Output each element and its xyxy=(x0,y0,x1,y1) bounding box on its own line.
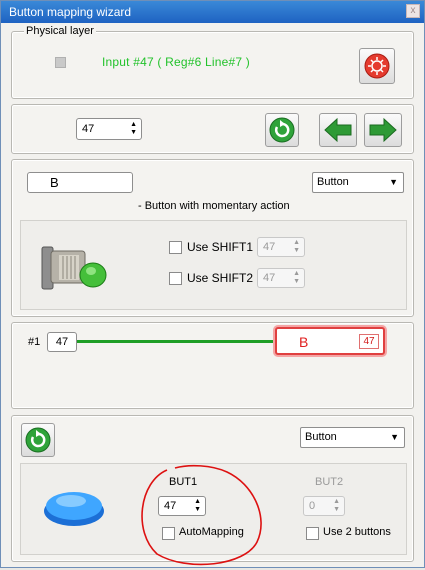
physical-input-info: Input #47 ( Reg#6 Line#7 ) xyxy=(102,55,250,69)
close-icon: x xyxy=(410,5,416,16)
wizard-window: Button mapping wizard x Physical layer I… xyxy=(0,0,425,568)
target-mapping-box[interactable]: B 47 xyxy=(275,327,385,355)
spinner-arrows-icon[interactable]: ▲ ▼ xyxy=(293,239,300,255)
next-button[interactable] xyxy=(364,113,402,147)
use-shift2-label: Use SHIFT2 xyxy=(187,271,254,285)
output-buttons-group: BUT1 47 ▲ ▼ AutoMapping BUT2 0 ▲ ▼ Use 2 b… xyxy=(20,463,407,566)
source-value-box: 47 xyxy=(47,332,77,352)
connection-panel: #1 47 B 47 xyxy=(11,322,414,409)
chevron-down-icon: ▼ xyxy=(390,432,399,442)
target-value: 47 xyxy=(363,336,375,347)
mapping-type-select[interactable]: Button ▼ xyxy=(312,172,404,193)
but2-value: 0 xyxy=(309,500,316,512)
shift2-value: 47 xyxy=(263,272,276,284)
use-2-buttons-checkbox[interactable] xyxy=(306,527,319,540)
reset-button[interactable] xyxy=(359,48,395,84)
green-right-arrow-icon xyxy=(369,117,397,143)
spinner-arrows-icon[interactable]: ▲ ▼ xyxy=(333,498,340,514)
but2-label: BUT2 xyxy=(315,476,344,488)
mapping-type-value: Button xyxy=(317,176,349,188)
refresh-button[interactable] xyxy=(265,113,299,147)
shift1-value: 47 xyxy=(263,241,276,253)
physical-status-indicator xyxy=(55,57,66,68)
green-refresh-icon xyxy=(25,427,51,453)
red-reset-icon xyxy=(364,53,390,79)
shift1-spinner[interactable]: 47 ▲ ▼ xyxy=(257,237,305,257)
source-index-label: #1 xyxy=(28,336,41,348)
physical-layer-panel: Physical layer Input #47 ( Reg#6 Line#7 … xyxy=(11,25,414,99)
spinner-arrows-icon[interactable]: ▲ ▼ xyxy=(130,121,137,137)
physical-layer-legend: Physical layer xyxy=(24,25,96,37)
button-name-value: B xyxy=(50,175,59,190)
green-refresh-icon xyxy=(269,117,295,143)
red-annotation-ellipse xyxy=(141,464,262,566)
shift-options-group: Use SHIFT1 47 ▲ ▼ Use SHIFT2 47 ▲ ▼ xyxy=(20,220,407,310)
navigation-panel: 47 ▲ ▼ xyxy=(11,104,414,154)
green-left-arrow-icon xyxy=(324,117,352,143)
previous-button[interactable] xyxy=(319,113,357,147)
use-shift1-label: Use SHIFT1 xyxy=(187,240,254,254)
use-shift2-checkbox[interactable] xyxy=(169,272,182,285)
use-2-buttons-label: Use 2 buttons xyxy=(323,526,391,538)
button-name-field[interactable]: B xyxy=(27,172,133,193)
target-label: B xyxy=(299,334,309,350)
spinner-arrows-icon[interactable]: ▲ ▼ xyxy=(293,270,300,286)
mapping-description: - Button with momentary action xyxy=(138,200,290,212)
output-refresh-button[interactable] xyxy=(21,423,55,457)
source-value: 47 xyxy=(55,336,69,348)
title-bar: Button mapping wizard x xyxy=(1,1,424,23)
chevron-down-icon: ▼ xyxy=(389,177,398,187)
input-index-value: 47 xyxy=(82,123,95,135)
but2-spinner[interactable]: 0 ▲ ▼ xyxy=(303,496,345,516)
target-value-badge: 47 xyxy=(359,334,379,349)
output-type-value: Button xyxy=(305,431,337,443)
output-type-select[interactable]: Button ▼ xyxy=(300,427,405,448)
output-panel: Button ▼ BUT1 47 ▲ ▼ AutoMapping BUT2 0 ▲… xyxy=(11,415,414,566)
pushbutton-photo-icon xyxy=(41,246,107,290)
window-title: Button mapping wizard xyxy=(9,5,132,19)
blue-button-icon xyxy=(44,492,104,526)
connection-line xyxy=(77,340,275,343)
use-shift1-checkbox[interactable] xyxy=(169,241,182,254)
close-button[interactable]: x xyxy=(406,4,420,18)
shift2-spinner[interactable]: 47 ▲ ▼ xyxy=(257,268,305,288)
input-index-spinner[interactable]: 47 ▲ ▼ xyxy=(76,118,142,140)
mapping-panel: B Button ▼ - Button with momentary actio… xyxy=(11,159,414,317)
